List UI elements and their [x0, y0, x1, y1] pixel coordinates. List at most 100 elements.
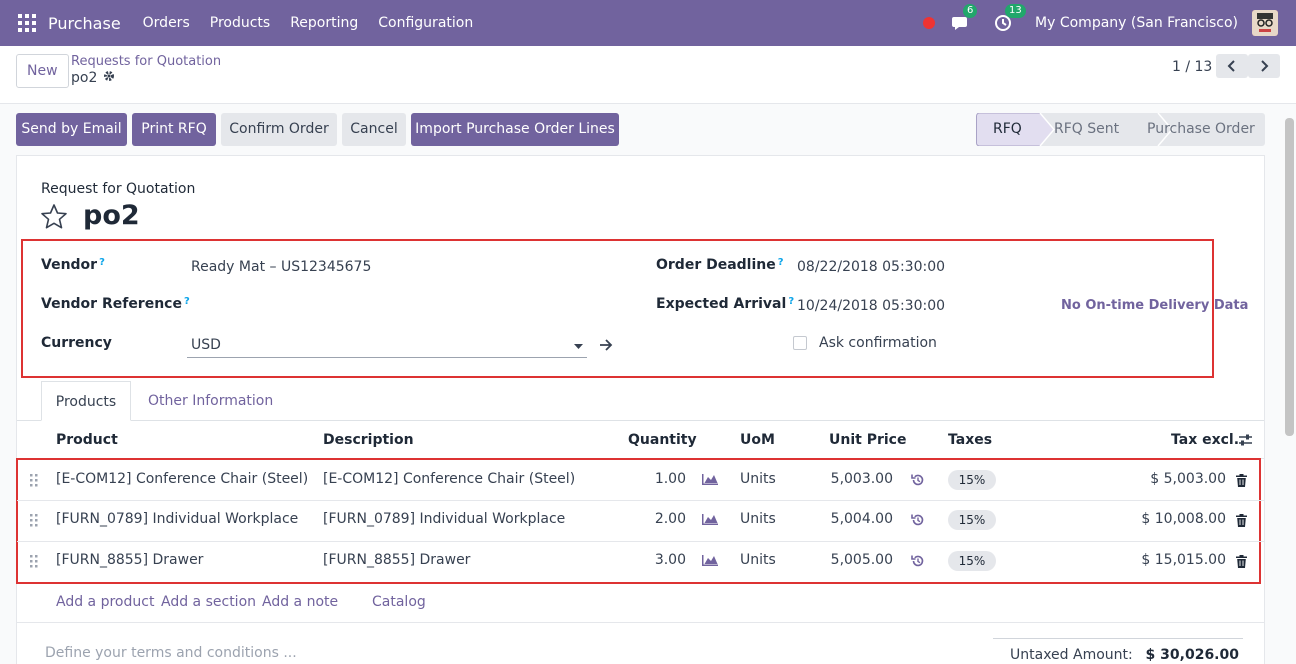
line-quantity[interactable]: 3.00	[600, 552, 686, 568]
menu-orders[interactable]: Orders	[143, 15, 190, 31]
line-description[interactable]: [E-COM12] Conference Chair (Steel)	[323, 471, 575, 487]
gear-icon[interactable]	[103, 70, 115, 86]
line-uom[interactable]: Units	[740, 471, 776, 487]
trash-icon[interactable]	[1236, 474, 1247, 491]
terms-conditions-input[interactable]: Define your terms and conditions ...	[45, 645, 297, 661]
line-subtotal: $ 5,003.00	[1150, 471, 1226, 487]
top-navbar: Purchase Orders Products Reporting Confi…	[0, 0, 1296, 46]
line-product[interactable]: [FURN_0789] Individual Workplace	[56, 511, 298, 527]
status-bar: RFQ RFQ Sent Purchase Order	[976, 113, 1265, 146]
col-product[interactable]: Product	[56, 432, 118, 448]
table-bottom-divider	[17, 622, 1264, 623]
menu-configuration[interactable]: Configuration	[378, 15, 473, 31]
arrow-right-icon[interactable]	[599, 339, 613, 355]
status-rfq[interactable]: RFQ	[993, 113, 1022, 146]
col-tax-excl[interactable]: Tax excl.	[1171, 432, 1239, 448]
line-unit-price[interactable]: 5,005.00	[790, 552, 893, 568]
line-product[interactable]: [E-COM12] Conference Chair (Steel)	[56, 471, 308, 487]
catalog-link[interactable]: Catalog	[372, 594, 426, 610]
vendor-field[interactable]: Ready Mat – US12345675	[191, 259, 371, 275]
import-lines-button[interactable]: Import Purchase Order Lines	[411, 113, 619, 146]
status-purchase-order[interactable]: Purchase Order	[1147, 113, 1255, 146]
col-uom[interactable]: UoM	[740, 432, 775, 448]
pager-value[interactable]: 1 / 13	[1172, 59, 1212, 75]
apps-menu-icon[interactable]	[18, 14, 36, 32]
ontime-delivery-link[interactable]: No On-time Delivery Data	[1061, 298, 1248, 313]
tab-products[interactable]: Products	[41, 381, 131, 421]
status-rfq-sent[interactable]: RFQ Sent	[1054, 113, 1119, 146]
trash-icon[interactable]	[1236, 555, 1247, 572]
col-taxes[interactable]: Taxes	[948, 432, 992, 448]
vendor-label-text: Vendor	[41, 257, 98, 273]
chevron-right-icon	[1261, 60, 1269, 72]
line-description[interactable]: [FURN_8855] Drawer	[323, 552, 470, 568]
history-icon[interactable]	[911, 473, 925, 491]
app-name[interactable]: Purchase	[48, 14, 121, 33]
col-unit-price[interactable]: Unit Price	[829, 432, 906, 448]
tax-tag[interactable]: 15%	[948, 470, 996, 490]
drag-handle-icon[interactable]	[29, 473, 39, 491]
col-description[interactable]: Description	[323, 432, 414, 448]
favorite-star-icon[interactable]	[40, 203, 68, 235]
print-rfq-button[interactable]: Print RFQ	[132, 113, 216, 146]
order-deadline-field[interactable]: 08/22/2018 05:30:00	[797, 259, 945, 275]
order-deadline-label-text: Order Deadline	[656, 257, 776, 273]
record-indicator-icon[interactable]	[923, 17, 936, 29]
line-description[interactable]: [FURN_0789] Individual Workplace	[323, 511, 565, 527]
vendor-reference-label: Vendor Reference?	[41, 296, 190, 312]
add-product-link[interactable]: Add a product	[56, 594, 154, 610]
cancel-button[interactable]: Cancel	[342, 113, 406, 146]
tax-tag[interactable]: 15%	[948, 510, 996, 530]
help-icon[interactable]: ?	[788, 296, 794, 307]
expected-arrival-label-text: Expected Arrival	[656, 296, 787, 312]
help-icon[interactable]: ?	[99, 257, 105, 268]
vendor-reference-field[interactable]	[187, 296, 587, 316]
tab-other-information[interactable]: Other Information	[148, 381, 273, 421]
expected-arrival-field[interactable]: 10/24/2018 05:30:00	[797, 298, 945, 314]
record-name[interactable]: po2	[83, 200, 140, 231]
line-unit-price[interactable]: 5,003.00	[790, 471, 893, 487]
company-switcher[interactable]: My Company (San Francisco)	[1035, 15, 1238, 31]
currency-label: Currency	[41, 335, 112, 351]
line-quantity[interactable]: 1.00	[600, 471, 686, 487]
pager-previous-button[interactable]	[1216, 54, 1248, 78]
user-avatar[interactable]	[1252, 10, 1278, 36]
confirm-order-button[interactable]: Confirm Order	[221, 113, 337, 146]
messages-icon[interactable]: 6	[951, 4, 978, 33]
help-icon[interactable]: ?	[778, 257, 784, 268]
menu-reporting[interactable]: Reporting	[290, 15, 358, 31]
drag-handle-icon[interactable]	[29, 554, 39, 572]
send-by-email-button[interactable]: Send by Email	[16, 113, 127, 146]
scrollbar[interactable]	[1285, 118, 1294, 436]
new-button[interactable]: New	[16, 54, 69, 88]
ask-confirmation-checkbox[interactable]	[793, 336, 807, 350]
optional-columns-icon[interactable]	[1238, 433, 1253, 451]
breadcrumb-parent[interactable]: Requests for Quotation	[71, 54, 221, 69]
messages-count-badge: 6	[963, 4, 978, 18]
row-divider	[17, 541, 1264, 542]
line-unit-price[interactable]: 5,004.00	[790, 511, 893, 527]
activities-clock-icon[interactable]: 13	[993, 4, 1026, 33]
add-section-link[interactable]: Add a section	[161, 594, 256, 610]
forecast-chart-icon[interactable]	[702, 554, 718, 570]
control-panel: New Requests for Quotation po2 1 / 13	[0, 46, 1296, 104]
history-icon[interactable]	[911, 554, 925, 572]
breadcrumb-current: po2	[71, 70, 115, 86]
col-quantity[interactable]: Quantity	[628, 432, 697, 448]
line-product[interactable]: [FURN_8855] Drawer	[56, 552, 203, 568]
line-uom[interactable]: Units	[740, 552, 776, 568]
line-quantity[interactable]: 2.00	[600, 511, 686, 527]
menu-products[interactable]: Products	[210, 15, 270, 31]
line-subtotal: $ 10,008.00	[1141, 511, 1226, 527]
tax-tag[interactable]: 15%	[948, 551, 996, 571]
drag-handle-icon[interactable]	[29, 513, 39, 531]
trash-icon[interactable]	[1236, 514, 1247, 531]
line-uom[interactable]: Units	[740, 511, 776, 527]
history-icon[interactable]	[911, 513, 925, 531]
forecast-chart-icon[interactable]	[702, 473, 718, 489]
forecast-chart-icon[interactable]	[702, 513, 718, 529]
currency-select[interactable]: USD	[187, 336, 587, 358]
add-note-link[interactable]: Add a note	[262, 594, 338, 610]
pager-next-button[interactable]	[1248, 54, 1280, 78]
currency-value: USD	[191, 337, 221, 353]
